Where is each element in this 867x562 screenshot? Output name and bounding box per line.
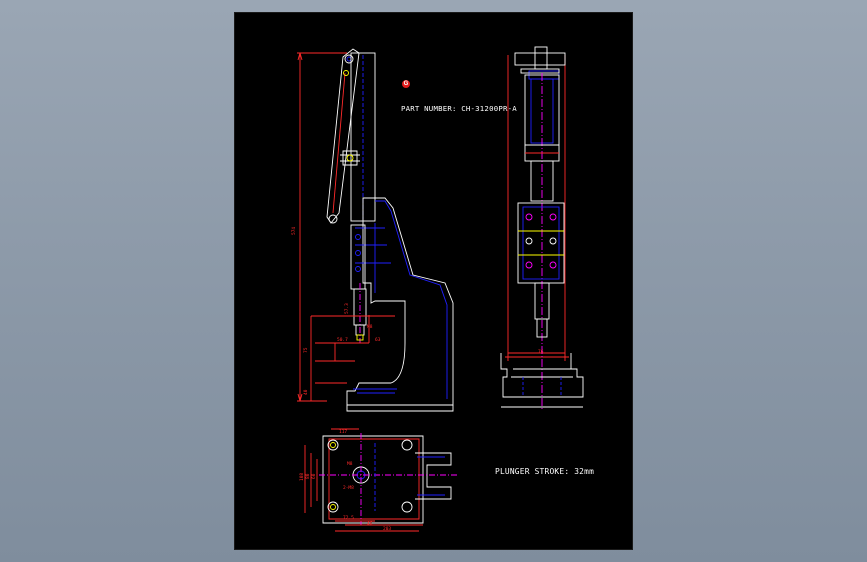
front-view	[297, 48, 454, 412]
dim-front-stem-a: 57.3	[344, 303, 350, 314]
part-number-label: PART NUMBER: CH-31200PR-A	[401, 105, 517, 113]
dim-plan-width: 117	[339, 429, 347, 435]
dim-front-throat: 63	[375, 337, 381, 343]
dim-plan-inner: 72.5	[343, 515, 354, 521]
dim-plan-left: 108	[299, 473, 305, 481]
dim-plan-overall: 203	[383, 526, 391, 532]
dim-front-height: 574	[291, 227, 297, 235]
logo-mark-icon: G	[402, 80, 410, 88]
dim-plan-left2: 80	[305, 473, 311, 479]
dim-front-opening: 50.7	[337, 337, 348, 343]
dim-front-base-h2: 40	[303, 389, 309, 395]
plunger-stroke-label: PLUNGER STROKE: 32mm	[495, 467, 595, 476]
dim-plan-hole: M8	[347, 461, 353, 467]
dim-plan-slot: 2-M8	[343, 485, 354, 491]
plan-view	[304, 428, 457, 532]
dim-front-stem-b: M8	[367, 324, 373, 330]
dim-front-base-h1: 75	[303, 347, 309, 353]
dim-plan-inner2: 46	[367, 521, 373, 527]
company-logo: G	[402, 80, 412, 88]
dim-plan-left3: 60	[311, 473, 317, 479]
dim-side-bottom: 76	[538, 349, 544, 355]
drawing-sheet: 574 57.3 M8 50.7 63 75 40 76 117 108 80 …	[235, 13, 632, 549]
